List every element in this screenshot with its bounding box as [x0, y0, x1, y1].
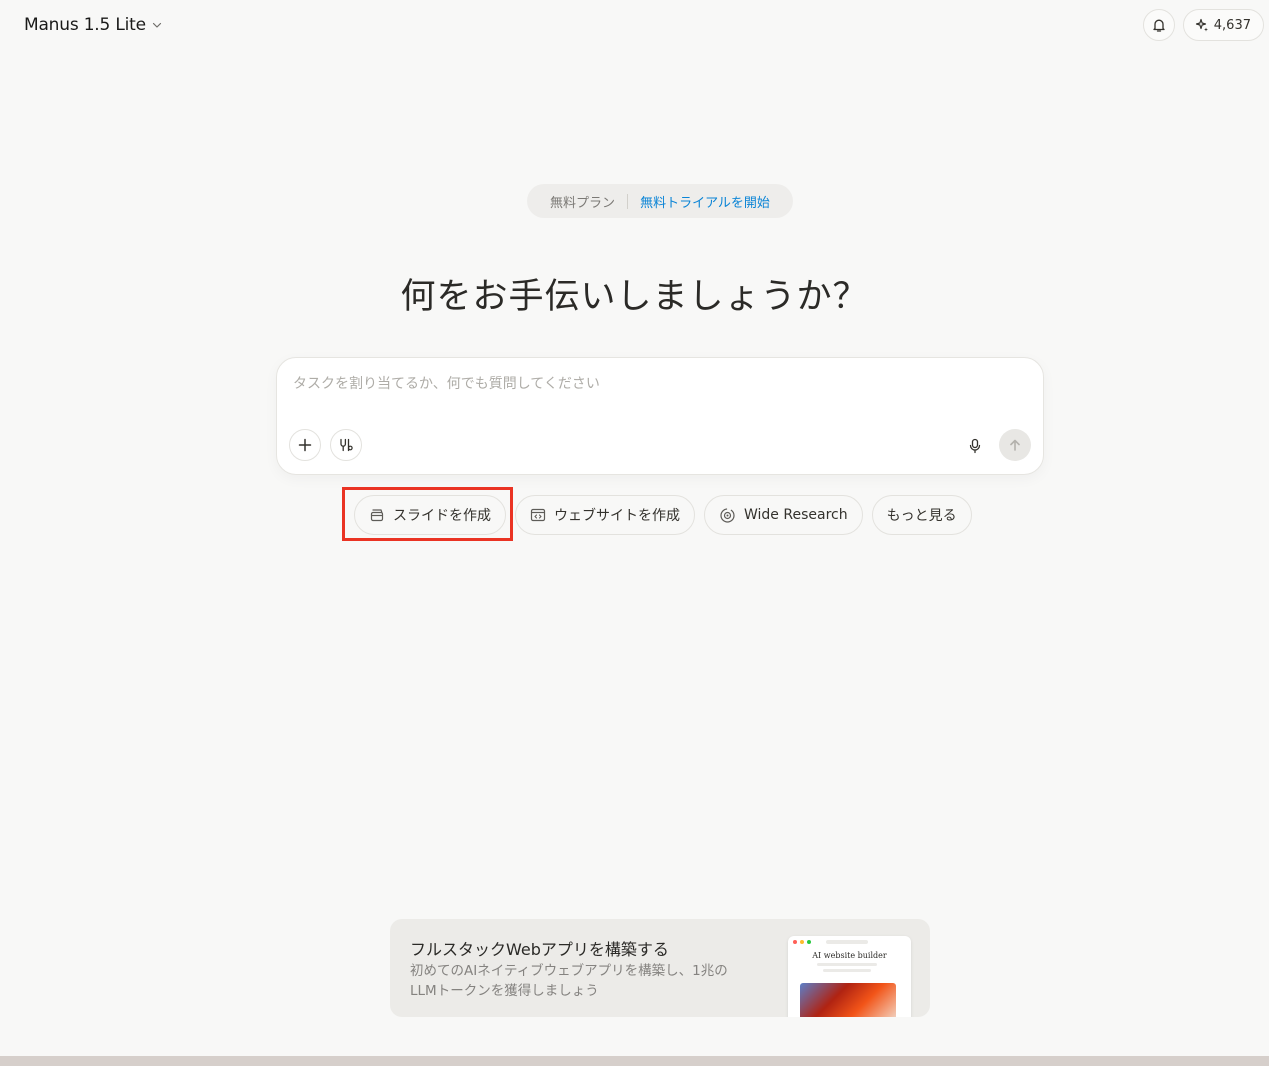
- top-bar: Manus 1.5 Lite 4,637: [0, 0, 1269, 50]
- arrow-up-icon: [1010, 439, 1020, 451]
- promo-card[interactable]: フルスタックWebアプリを構築する 初めてのAIネイティブウェブアプリを構築し、…: [390, 919, 930, 1017]
- start-trial-link[interactable]: 無料トライアルを開始: [640, 192, 770, 211]
- chevron-down-icon: [152, 22, 161, 28]
- code-window-icon: [530, 508, 546, 522]
- research-globe-icon: [720, 507, 735, 523]
- create-slides-label: スライドを作成: [393, 508, 491, 524]
- quick-actions: スライドを作成 ウェブサイトを作成 Wide Research もっと見る: [354, 495, 972, 535]
- thumbnail-gradient-image: [800, 983, 896, 1017]
- send-button[interactable]: [999, 429, 1031, 461]
- wide-research-label: Wide Research: [744, 507, 848, 523]
- thumb-text-line: [823, 969, 871, 972]
- thumbnail-title: AI website builder: [812, 951, 887, 960]
- plan-divider: [627, 193, 629, 209]
- create-website-button[interactable]: ウェブサイトを作成: [515, 495, 695, 535]
- model-selector[interactable]: Manus 1.5 Lite: [24, 14, 162, 36]
- connectors-icon: [340, 438, 353, 452]
- thumb-text-line: [817, 963, 877, 966]
- slides-icon: [370, 509, 384, 522]
- credits-count: 4,637: [1213, 17, 1251, 33]
- see-more-button[interactable]: もっと見る: [871, 495, 972, 535]
- task-composer: [276, 357, 1044, 475]
- thumb-nav-bar: [826, 940, 868, 944]
- plan-banner: 無料プラン 無料トライアルを開始: [527, 184, 793, 218]
- promo-description: 初めてのAIネイティブウェブアプリを構築し、1兆のLLMトークンを獲得しましょう: [410, 963, 728, 999]
- promo-thumbnail: AI website builder: [788, 936, 911, 1017]
- top-actions: 4,637: [1142, 9, 1264, 41]
- bell-icon: [1153, 19, 1165, 32]
- plus-icon: [298, 438, 312, 452]
- see-more-label: もっと見る: [886, 508, 957, 524]
- task-input[interactable]: [293, 372, 1013, 396]
- credits-button[interactable]: 4,637: [1182, 9, 1264, 41]
- model-name: Manus 1.5 Lite: [24, 15, 146, 35]
- wide-research-button[interactable]: Wide Research: [704, 495, 863, 535]
- microphone-icon: [969, 438, 981, 454]
- create-slides-button[interactable]: スライドを作成: [354, 495, 506, 535]
- voice-input-button[interactable]: [963, 430, 987, 462]
- notifications-button[interactable]: [1142, 9, 1175, 41]
- attach-button[interactable]: [289, 429, 321, 461]
- tools-button[interactable]: [330, 429, 362, 461]
- bottom-edge: [0, 1056, 1269, 1066]
- sparkle-icon: [1195, 18, 1208, 32]
- page-title: 何をお手伝いしましょうか？: [400, 277, 869, 317]
- plan-label: 無料プラン: [550, 195, 616, 211]
- window-dots: [793, 940, 811, 944]
- promo-title: フルスタックWebアプリを構築する: [410, 940, 669, 959]
- create-website-label: ウェブサイトを作成: [554, 508, 680, 524]
